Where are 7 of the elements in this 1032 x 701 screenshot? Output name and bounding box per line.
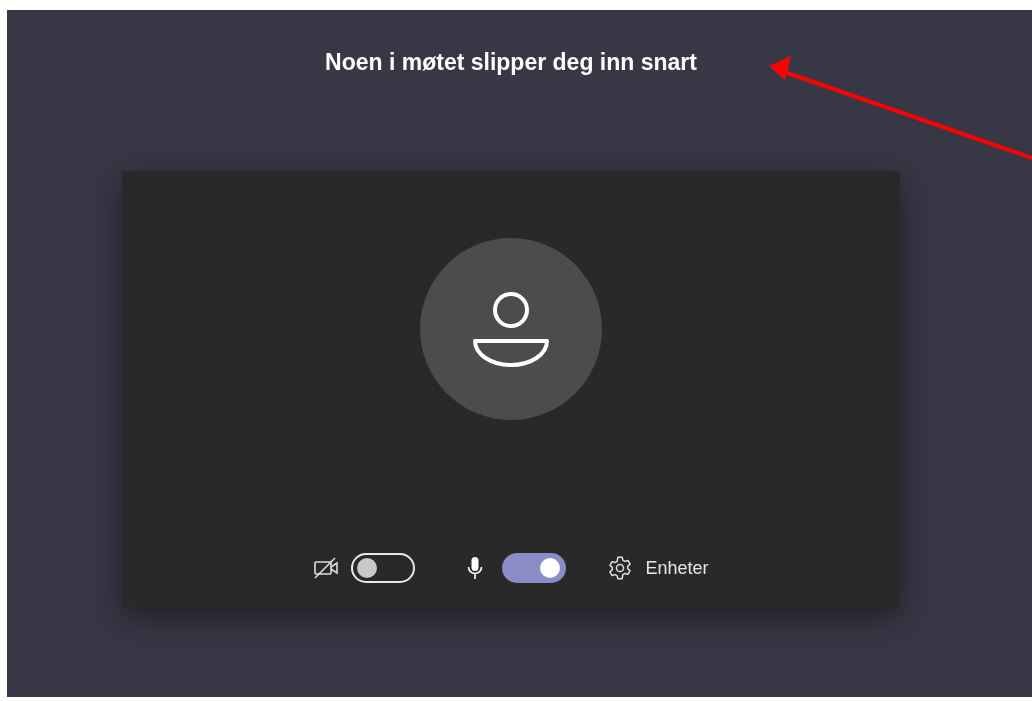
- gear-icon: [607, 555, 634, 581]
- camera-toggle[interactable]: [351, 553, 416, 583]
- devices-button[interactable]: Enheter: [607, 554, 709, 582]
- microphone-icon: [467, 555, 484, 581]
- waiting-message: Noen i møtet slipper deg inn snart: [325, 48, 697, 77]
- avatar-icon: [420, 238, 602, 420]
- microphone-toggle[interactable]: [502, 553, 567, 583]
